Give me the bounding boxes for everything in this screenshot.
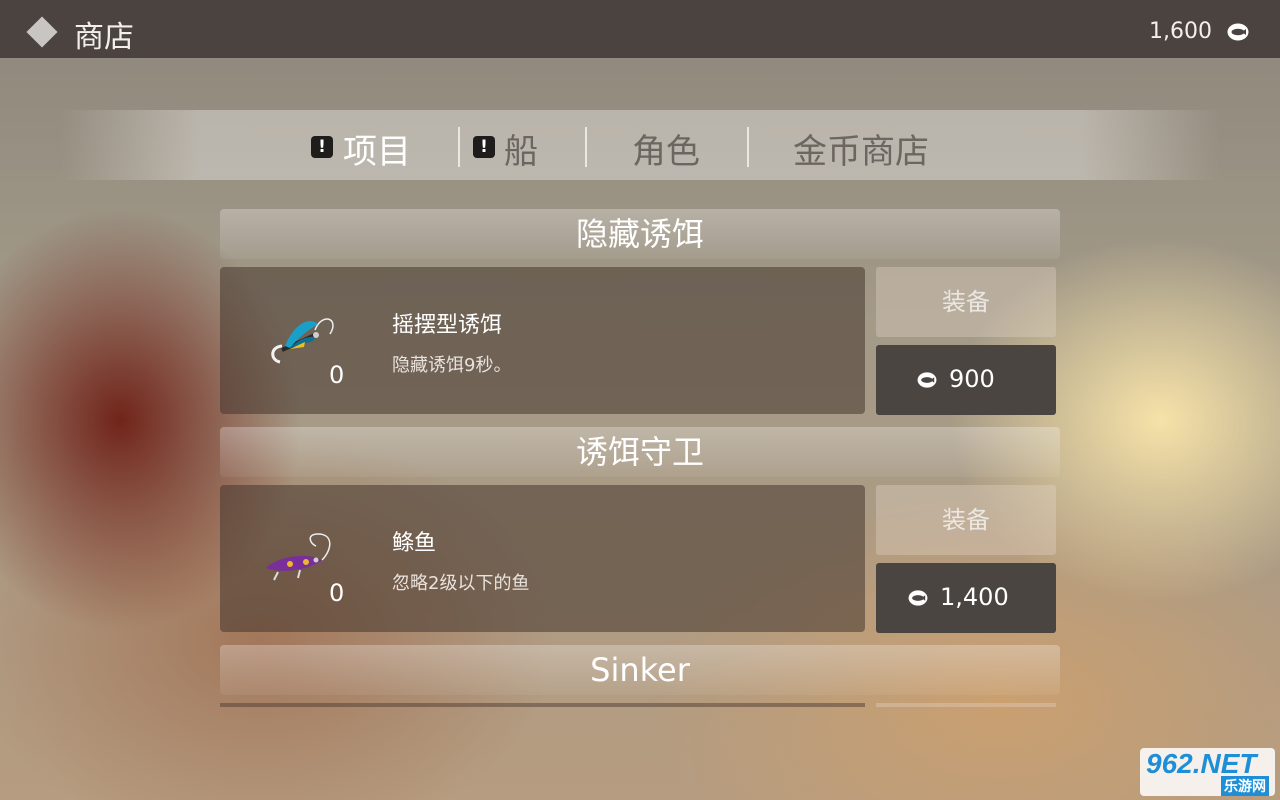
equip-button[interactable]: 装备: [876, 485, 1056, 555]
tab-coin-shop[interactable]: 金币商店: [793, 124, 929, 173]
tab-character[interactable]: 角色: [632, 124, 700, 173]
price-label: 1,400: [940, 583, 1009, 611]
item-name: 摇摆型诱饵: [392, 313, 503, 338]
coin-icon: [917, 372, 937, 388]
fly-lure-icon: [271, 318, 334, 364]
item-card-partial[interactable]: [220, 703, 865, 707]
top-bar: 商店 1,600: [0, 0, 1280, 58]
section-header-hide-lure: 隐藏诱饵: [220, 209, 1060, 259]
tab-items-alert-badge: !: [311, 136, 333, 158]
equip-button-partial[interactable]: [876, 703, 1056, 707]
coin-icon: [1227, 23, 1249, 41]
tab-separator: [458, 127, 460, 167]
tab-boat-alert-badge: !: [473, 136, 495, 158]
buy-button[interactable]: 900: [876, 345, 1056, 415]
coin-balance: 1,600: [1149, 19, 1212, 44]
item-card-wobbler-lure[interactable]: 0 摇摆型诱饵 隐藏诱饵9秒。: [220, 267, 865, 414]
back-diamond-icon[interactable]: [26, 16, 58, 48]
watermark-subtext: 乐游网: [1221, 776, 1269, 796]
buy-button[interactable]: 1,400: [876, 563, 1056, 633]
site-watermark-logo: 962.NET 乐游网: [1140, 748, 1275, 796]
item-description: 隐藏诱饵9秒。: [392, 355, 512, 376]
item-name: 鲦鱼: [392, 531, 437, 556]
tab-boat[interactable]: 船: [504, 124, 538, 173]
coin-icon: [908, 590, 928, 606]
section-header-lure-guard: 诱饵守卫: [220, 427, 1060, 477]
tab-separator: [585, 127, 587, 167]
item-owned-count: 0: [329, 361, 345, 389]
tab-items[interactable]: 项目: [343, 124, 411, 173]
equip-button[interactable]: 装备: [876, 267, 1056, 337]
category-tabs: ! 项目 ! 船 角色 金币商店: [60, 110, 1220, 180]
section-header-sinker: Sinker: [220, 645, 1060, 695]
page-title: 商店: [74, 20, 134, 55]
minnow-lure-icon: [266, 533, 331, 581]
item-card-minnow[interactable]: 0 鲦鱼 忽略2级以下的鱼: [220, 485, 865, 632]
item-owned-count: 0: [329, 579, 345, 607]
price-label: 900: [949, 365, 995, 393]
tab-separator: [747, 127, 749, 167]
item-description: 忽略2级以下的鱼: [392, 573, 530, 594]
